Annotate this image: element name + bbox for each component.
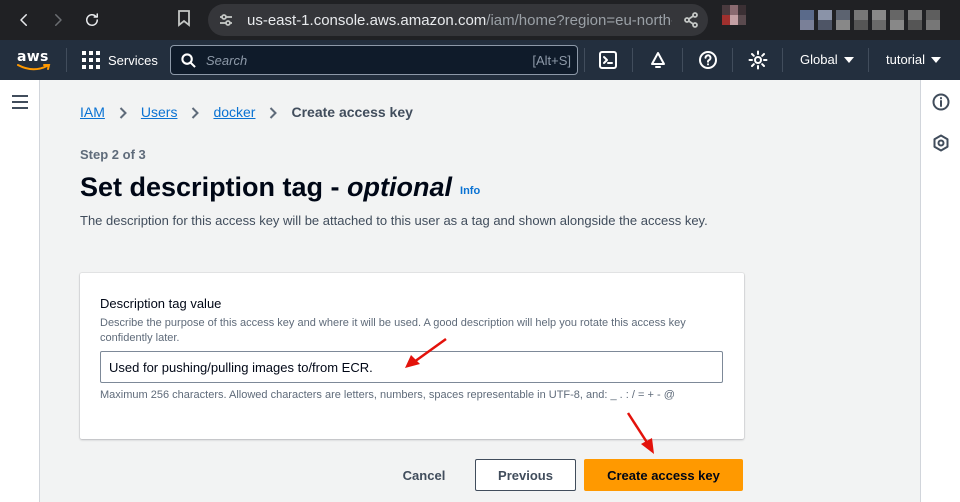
profile-avatar[interactable] [722,5,746,25]
chevron-down-icon [843,56,854,63]
account-menu[interactable]: tutorial [886,52,942,67]
chevron-down-icon [931,56,942,63]
site-info-icon[interactable] [218,12,234,28]
address-bar[interactable]: us-east-1.console.aws.amazon.com/iam/hom… [208,4,708,36]
wizard-step: Step 2 of 3 [80,147,146,162]
services-grid-icon [82,51,100,69]
field-description: Describe the purpose of this access key … [100,317,686,344]
nav-divider [732,48,733,72]
forward-icon[interactable] [46,8,70,32]
create-access-key-button[interactable]: Create access key [584,459,743,491]
settings-icon[interactable] [748,50,768,70]
info-icon[interactable] [932,93,950,111]
nav-divider [66,48,67,72]
chevron-right-icon [269,106,278,119]
share-icon[interactable] [683,12,699,28]
extensions-area [800,10,944,30]
back-icon[interactable] [12,8,36,32]
menu-icon[interactable] [12,95,28,109]
browser-toolbar: us-east-1.console.aws.amazon.com/iam/hom… [0,0,960,40]
search-placeholder: Search [206,53,248,68]
info-link[interactable]: Info [460,185,480,197]
chevron-right-icon [119,106,127,119]
console-search[interactable]: Search [Alt+S] [170,45,578,75]
search-icon [181,53,196,68]
nav-divider [584,48,585,72]
nav-divider [868,48,869,72]
left-nav-rail [0,80,40,502]
page-title: Set description tag - optional Info [80,172,481,202]
nav-divider [782,48,783,72]
breadcrumb-docker[interactable]: docker [213,104,255,120]
description-tag-input[interactable] [100,351,723,383]
aws-top-nav: aws Services Search [Alt+S] Global tutor… [0,40,960,80]
cloudshell-icon[interactable] [598,50,618,70]
right-tools-rail [920,80,960,502]
cancel-button[interactable]: Cancel [388,459,460,491]
services-label: Services [108,52,158,68]
region-selector[interactable]: Global [800,52,854,67]
nav-divider [682,48,683,72]
reload-icon[interactable] [80,8,104,32]
url-text: us-east-1.console.aws.amazon.com/iam/hom… [247,12,672,29]
cloudwatch-icon[interactable] [932,134,950,152]
breadcrumb-current: Create access key [291,104,413,120]
previous-button[interactable]: Previous [475,459,576,491]
services-menu-button[interactable]: Services [82,50,158,70]
breadcrumb-users[interactable]: Users [141,104,178,120]
description-tag-panel: Description tag value Describe the purpo… [80,273,744,439]
aws-logo[interactable]: aws [17,50,53,72]
search-shortcut: [Alt+S] [532,53,571,68]
breadcrumb-iam[interactable]: IAM [80,104,105,120]
bookmark-icon[interactable] [176,9,194,29]
help-icon[interactable] [698,50,718,70]
region-label: Global [800,52,838,67]
page-description: The description for this access key will… [80,213,708,228]
nav-divider [632,48,633,72]
chevron-right-icon [191,106,200,119]
breadcrumb: IAM Users docker Create access key [80,104,413,120]
account-label: tutorial [886,52,926,67]
notifications-icon[interactable] [648,50,668,70]
field-constraint: Maximum 256 characters. Allowed characte… [100,389,675,401]
field-label: Description tag value [100,296,222,311]
